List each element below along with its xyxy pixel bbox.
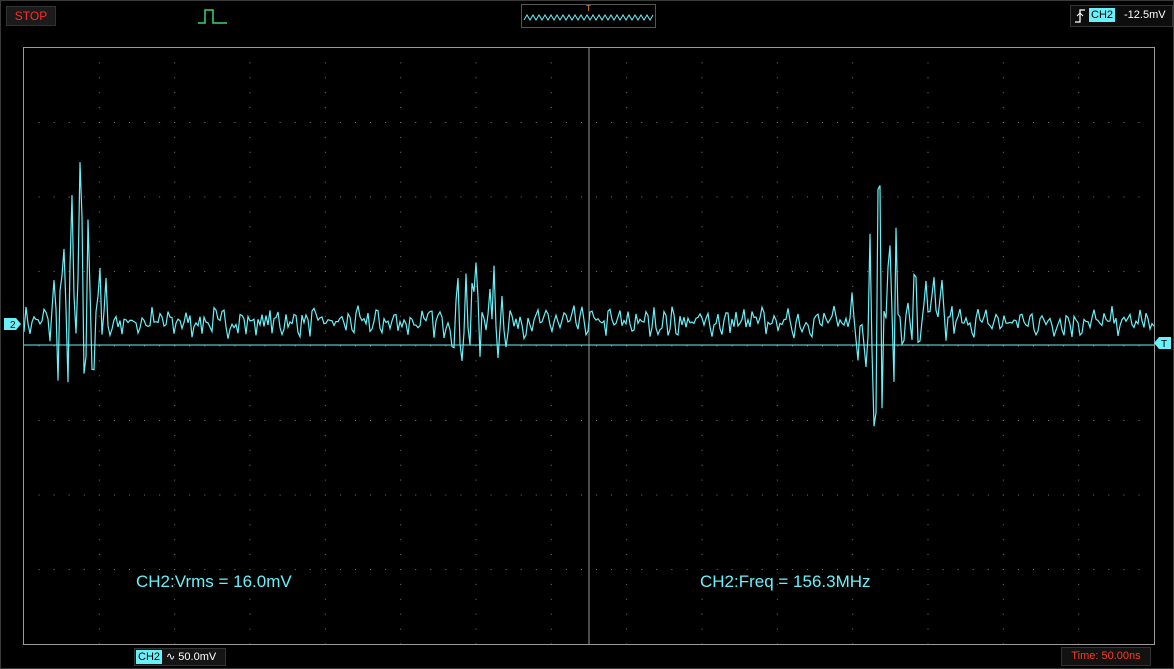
rising-edge-icon <box>1075 9 1085 23</box>
run-stop-button[interactable]: STOP <box>6 6 56 26</box>
trigger-level: -12.5mV <box>1124 9 1166 21</box>
timebase-readout[interactable]: Time: 50.00ns <box>1061 647 1151 666</box>
trigger-channel-badge: CH2 <box>1089 8 1116 22</box>
measurement-freq: CH2:Freq = 156.3MHz <box>700 572 871 591</box>
trigger-marker-label: T <box>1161 339 1167 349</box>
measurement-vrms: CH2:Vrms = 16.0mV <box>136 572 292 591</box>
waveform-graticule <box>23 48 1155 645</box>
scope-display[interactable]: CH2:Vrms = 16.0mV CH2:Freq = 156.3MHz <box>23 47 1155 645</box>
overview-trigger-marker: T <box>586 4 591 13</box>
volts-per-div: 50.0mV <box>178 651 217 663</box>
channel-2-marker[interactable]: 2 <box>4 318 22 330</box>
coupling-scale: ∿ 50.0mV <box>166 650 216 664</box>
channel-2-scale[interactable]: CH2 ∿ 50.0mV <box>134 648 226 666</box>
trigger-mode-icon[interactable] <box>197 6 229 26</box>
channel-badge: CH2 <box>136 650 163 664</box>
trigger-panel[interactable]: CH2 -12.5mV <box>1070 5 1173 27</box>
trigger-level-marker[interactable]: T <box>1154 337 1172 349</box>
waveform-overview[interactable]: T <box>521 4 656 28</box>
channel-marker-label: 2 <box>10 320 16 330</box>
top-status-bar: STOP T CH2 -12.5mV <box>1 1 1174 29</box>
oscilloscope-window: STOP T CH2 -12.5mV 2 CH2:Vrms = 16.0mV C… <box>0 0 1174 669</box>
ac-coupling-icon: ∿ <box>166 651 176 663</box>
